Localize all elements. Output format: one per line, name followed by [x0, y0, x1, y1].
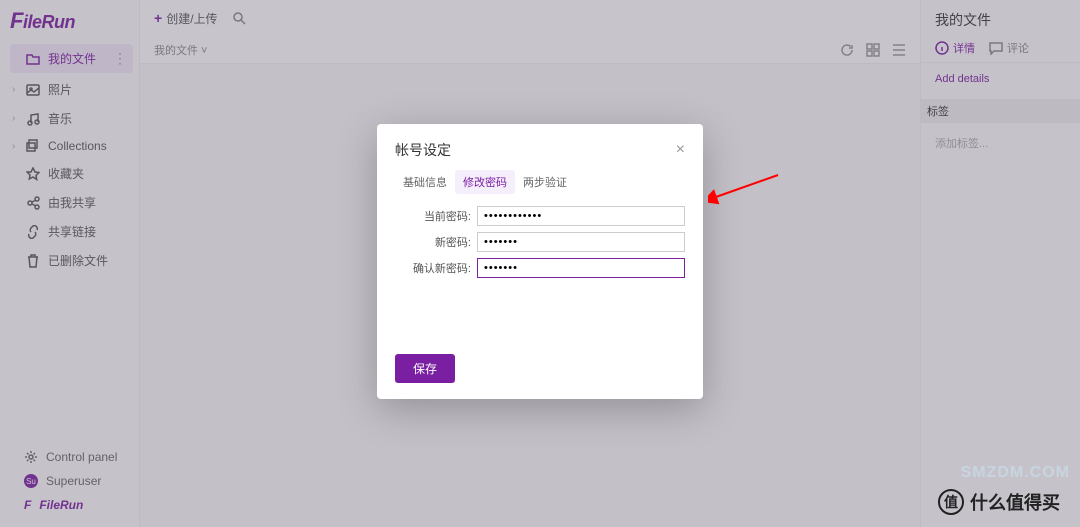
account-settings-dialog: 帐号设定 × 基础信息 修改密码 两步验证 当前密码: 新密码: 确认新密码: …: [377, 124, 703, 399]
new-password-label: 新密码:: [395, 234, 471, 250]
new-password-input[interactable]: [477, 232, 685, 252]
watermark-text: 什么值得买: [970, 489, 1060, 515]
dialog-body: 当前密码: 新密码: 确认新密码:: [377, 194, 703, 344]
current-password-label: 当前密码:: [395, 208, 471, 224]
tab-basic-info[interactable]: 基础信息: [395, 170, 455, 194]
save-button[interactable]: 保存: [395, 354, 455, 383]
confirm-password-input[interactable]: [477, 258, 685, 278]
watermark: 值 什么值得买: [938, 489, 1060, 515]
dialog-tabs: 基础信息 修改密码 两步验证: [377, 170, 703, 194]
tab-two-factor[interactable]: 两步验证: [515, 170, 575, 194]
watermark-badge: 值: [938, 489, 964, 515]
current-password-input[interactable]: [477, 206, 685, 226]
dialog-title: 帐号设定: [395, 140, 451, 160]
confirm-password-label: 确认新密码:: [395, 260, 471, 276]
close-icon[interactable]: ×: [676, 141, 685, 159]
tab-change-password[interactable]: 修改密码: [455, 170, 515, 194]
modal-overlay: 帐号设定 × 基础信息 修改密码 两步验证 当前密码: 新密码: 确认新密码: …: [0, 0, 1080, 527]
corner-watermark: SMZDM.COM: [961, 464, 1070, 482]
